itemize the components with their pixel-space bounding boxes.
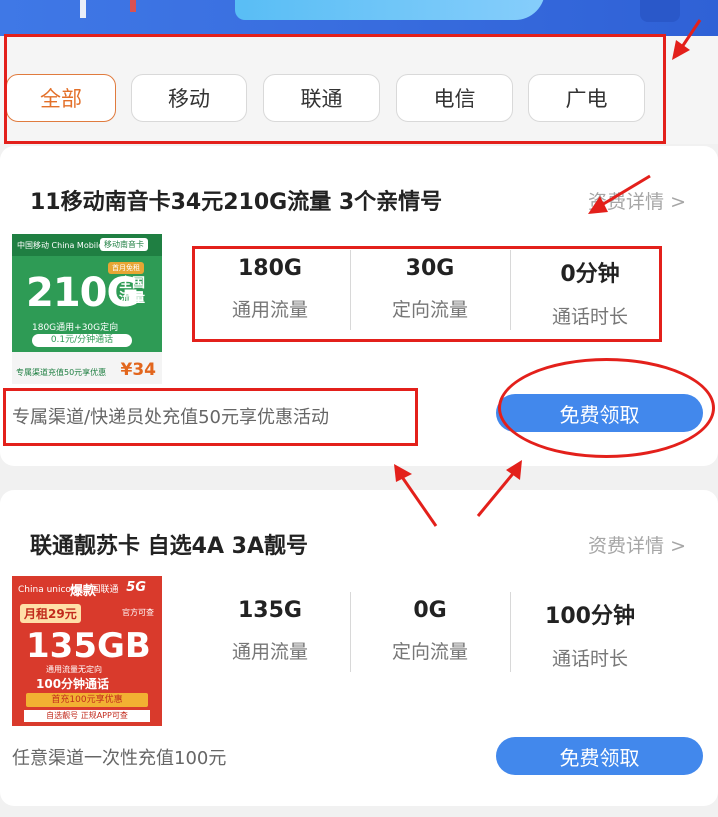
sim-subline: 180G通用+30G定向	[32, 323, 119, 333]
stat-targeted-data: 30G 定向流量	[350, 250, 510, 330]
carrier-filter-bar: 全部 移动 联通 电信 广电	[0, 36, 718, 144]
plan-title: 11移动南音卡34元210G流量 3个亲情号	[30, 190, 443, 215]
stat-general-data: 180G 通用流量	[190, 250, 350, 330]
stat-label: 定向流量	[391, 299, 468, 321]
sim-price: ¥34	[120, 360, 157, 380]
sim-logo: China unicom 中国联通	[18, 585, 119, 595]
sim-ribbon: 首充100元享优惠	[26, 693, 148, 707]
plan-stats: 180G 通用流量 30G 定向流量 0分钟 通话时长	[190, 250, 670, 330]
sim-rent: 月租29元	[20, 604, 81, 623]
sim-minutes: 100分钟通话	[36, 677, 110, 691]
tab-telecom[interactable]: 电信	[396, 74, 513, 122]
stat-general-data: 135G 通用流量	[190, 592, 350, 672]
plan-card: 联通靓苏卡 自选4A 3A靓号 资费详情 > China unicom 中国联通…	[0, 490, 718, 806]
plan-title: 联通靓苏卡 自选4A 3A靓号	[30, 534, 308, 559]
banner-graphic	[80, 0, 86, 18]
sim-5g: 5G	[126, 580, 146, 595]
banner-graphic	[640, 0, 680, 22]
tab-mobile[interactable]: 移动	[131, 74, 247, 122]
plan-detail-link[interactable]: 资费详情 >	[588, 531, 686, 558]
stat-value: 100分钟	[545, 604, 635, 629]
banner-graphic	[235, 0, 545, 20]
stat-label: 通用流量	[231, 299, 308, 321]
plan-stats: 135G 通用流量 0G 定向流量 100分钟 通话时长	[190, 592, 670, 672]
plan-promo: 专属渠道/快递员处充值50元享优惠活动	[12, 407, 329, 428]
sim-pill: 0.1元/分钟通话	[32, 334, 132, 347]
stat-value: 180G	[238, 256, 302, 281]
claim-button[interactable]: 免费领取	[496, 737, 703, 775]
sim-side: 全国 流量	[119, 276, 146, 306]
stat-value: 135G	[238, 598, 302, 623]
sim-footer: 自选靓号 正规APP可查	[24, 710, 150, 722]
stat-label: 通话时长	[551, 648, 628, 670]
stat-label: 通用流量	[231, 641, 308, 663]
banner-graphic	[130, 0, 136, 12]
stat-label: 通话时长	[551, 306, 628, 328]
sim-rent-note: 官方可查	[122, 608, 154, 617]
plan-detail-link[interactable]: 资费详情 >	[588, 187, 686, 214]
tab-all[interactable]: 全部	[6, 74, 116, 122]
sim-footer-text: 专属渠道充值50元享优惠	[16, 368, 107, 377]
sim-headline: 135GB	[26, 626, 151, 666]
stat-value: 30G	[405, 256, 455, 281]
sim-hot-tag: 爆款	[70, 584, 97, 599]
tab-unicom[interactable]: 联通	[263, 74, 380, 122]
sim-header-tag: 移动南音卡	[100, 238, 148, 251]
stat-value: 0G	[413, 598, 447, 623]
sim-card-image: China unicom 中国联通 爆款 5G 月租29元 官方可查 135GB…	[12, 576, 162, 726]
stat-call-minutes: 0分钟 通话时长	[510, 250, 670, 330]
sim-card-image: 中国移动 China Mobile 移动南音卡 首月免租 210G 全国 流量 1…	[12, 234, 162, 384]
stat-value: 0分钟	[560, 262, 620, 287]
claim-button[interactable]: 免费领取	[496, 394, 703, 432]
stat-label: 定向流量	[391, 641, 468, 663]
plan-promo: 任意渠道一次性充值100元	[12, 748, 227, 769]
sim-subline: 通用流量无定向	[46, 665, 102, 674]
tab-broadcast[interactable]: 广电	[528, 74, 645, 122]
hero-banner	[0, 0, 718, 36]
plan-card: 11移动南音卡34元210G流量 3个亲情号 资费详情 > 中国移动 China…	[0, 146, 718, 466]
stat-call-minutes: 100分钟 通话时长	[510, 592, 670, 672]
stat-targeted-data: 0G 定向流量	[350, 592, 510, 672]
